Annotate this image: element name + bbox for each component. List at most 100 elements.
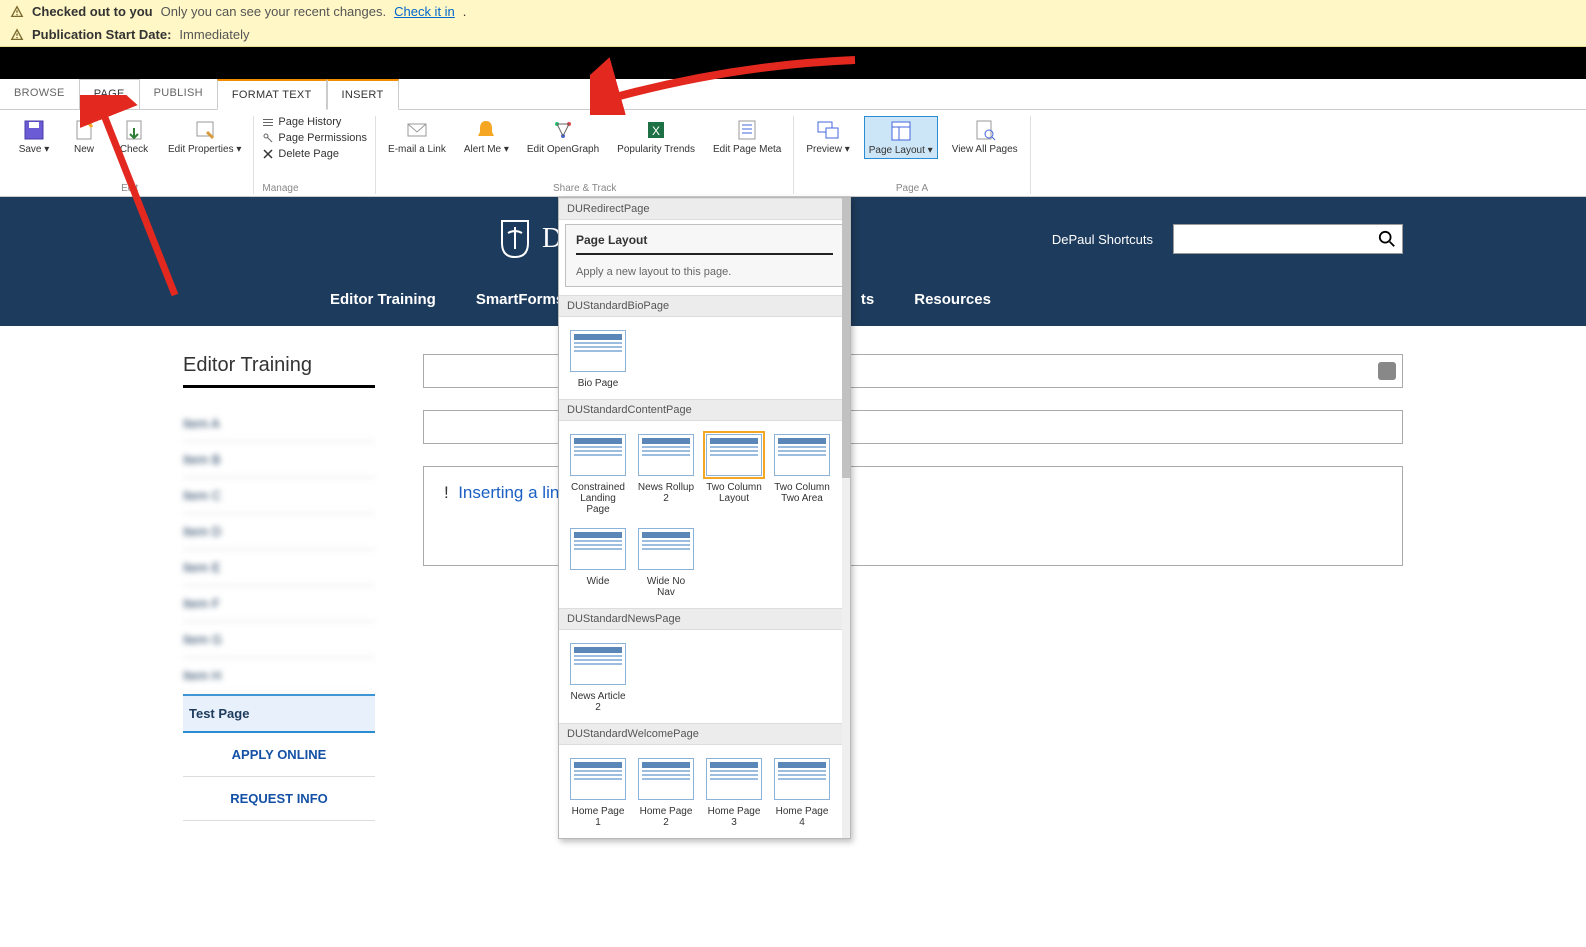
checkout-icon bbox=[122, 118, 146, 142]
search-icon[interactable] bbox=[1378, 230, 1396, 248]
email-link-button[interactable]: E-mail a Link bbox=[384, 116, 450, 157]
dd-cat-bio: DUStandardBioPage bbox=[559, 295, 850, 317]
dd-cat-redirect: DURedirectPage bbox=[559, 198, 850, 220]
layout-option[interactable]: Home Page 4 bbox=[773, 755, 831, 828]
sidebar-item[interactable]: Item D bbox=[183, 514, 375, 550]
edit-props-icon bbox=[193, 118, 217, 142]
layout-option[interactable]: News Article 2 bbox=[569, 640, 627, 713]
layout-option[interactable]: Wide No Nav bbox=[637, 525, 695, 598]
bell-icon bbox=[474, 118, 498, 142]
dd-tooltip: Page Layout Apply a new layout to this p… bbox=[565, 224, 844, 287]
search-page-icon bbox=[973, 118, 997, 142]
cta-apply[interactable]: APPLY ONLINE bbox=[183, 733, 375, 777]
left-nav-title: Editor Training bbox=[183, 354, 375, 388]
nav-ts[interactable]: ts bbox=[861, 291, 874, 308]
save-button[interactable]: Save ▾ bbox=[14, 116, 54, 157]
alert-me-button[interactable]: Alert Me ▾ bbox=[460, 116, 513, 157]
popularity-button[interactable]: XPopularity Trends bbox=[613, 116, 699, 157]
layout-option[interactable]: Two Column Two Area bbox=[773, 431, 831, 515]
group-label-edit: Edit bbox=[121, 183, 138, 194]
page-permissions-button[interactable]: Page Permissions bbox=[262, 132, 367, 144]
layout-option-label: Home Page 3 bbox=[705, 806, 763, 828]
layout-option-label: Home Page 4 bbox=[773, 806, 831, 828]
page-layout-button[interactable]: Page Layout ▾ bbox=[864, 116, 938, 159]
group-label-manage: Manage bbox=[262, 183, 298, 194]
nav-resources[interactable]: Resources bbox=[914, 291, 991, 308]
layout-option-label: Constrained Landing Page bbox=[569, 482, 627, 515]
layout-option[interactable]: Home Page 2 bbox=[637, 755, 695, 828]
cta-request[interactable]: REQUEST INFO bbox=[183, 777, 375, 821]
dd-cat-news: DUStandardNewsPage bbox=[559, 608, 850, 630]
depaul-logo-icon bbox=[498, 219, 532, 259]
layout-option[interactable]: News Rollup 2 bbox=[637, 431, 695, 515]
opengraph-button[interactable]: Edit OpenGraph bbox=[523, 116, 603, 157]
sidebar-item[interactable]: Item A bbox=[183, 406, 375, 442]
layout-option-label: Home Page 1 bbox=[569, 806, 627, 828]
search-input[interactable] bbox=[1180, 232, 1378, 247]
tab-insert[interactable]: INSERT bbox=[327, 79, 399, 110]
warning-icon bbox=[10, 28, 24, 42]
save-icon bbox=[22, 118, 46, 142]
excel-icon: X bbox=[644, 118, 668, 142]
dd-scrollbar[interactable] bbox=[842, 198, 850, 838]
tab-page[interactable]: PAGE bbox=[79, 79, 140, 109]
layout-option-label: Two Column Two Area bbox=[773, 482, 831, 504]
dd-tooltip-desc: Apply a new layout to this page. bbox=[576, 266, 731, 278]
dd-tooltip-title: Page Layout bbox=[576, 233, 833, 255]
tab-publish[interactable]: PUBLISH bbox=[140, 79, 217, 109]
checkout-grey: Only you can see your recent changes. bbox=[161, 4, 386, 19]
ribbon-body: Save ▾ New Check Edit Properties ▾ Edit … bbox=[0, 110, 1586, 197]
tab-browse[interactable]: BROWSE bbox=[0, 79, 79, 109]
new-button[interactable]: New bbox=[64, 116, 104, 157]
nav-editor-training[interactable]: Editor Training bbox=[330, 291, 436, 308]
sidebar-item[interactable]: Item C bbox=[183, 478, 375, 514]
group-label-page-actions: Page A bbox=[896, 183, 928, 194]
layout-icon bbox=[889, 119, 913, 143]
preview-icon bbox=[816, 118, 840, 142]
layout-option[interactable]: Wide bbox=[569, 525, 627, 598]
sidebar-item[interactable]: Item H bbox=[183, 658, 375, 694]
dd-cat-welcome: DUStandardWelcomePage bbox=[559, 723, 850, 745]
ribbon-tabs: BROWSE PAGE PUBLISH FORMAT TEXT INSERT bbox=[0, 79, 1586, 110]
layout-option-label: News Rollup 2 bbox=[637, 482, 695, 504]
check-button[interactable]: Check bbox=[114, 116, 154, 157]
view-all-pages-button[interactable]: View All Pages bbox=[948, 116, 1022, 159]
page-history-button[interactable]: Page History bbox=[262, 116, 367, 128]
group-label-share: Share & Track bbox=[553, 183, 616, 194]
sidebar-item[interactable]: Item E bbox=[183, 550, 375, 586]
layout-option[interactable]: Home Page 1 bbox=[569, 755, 627, 828]
layout-option[interactable]: Bio Page bbox=[569, 327, 627, 389]
content-trail: ! bbox=[444, 483, 449, 502]
svg-text:X: X bbox=[652, 124, 660, 138]
pubdate-grey: Immediately bbox=[179, 27, 249, 42]
field-ellipsis-icon[interactable] bbox=[1378, 362, 1396, 380]
check-in-link[interactable]: Check it in bbox=[394, 4, 455, 19]
layout-option-label: Home Page 2 bbox=[637, 806, 695, 828]
delete-page-button[interactable]: Delete Page bbox=[262, 148, 367, 160]
sidebar-item[interactable]: Item B bbox=[183, 442, 375, 478]
layout-option-label: Wide bbox=[587, 576, 610, 587]
search-box[interactable] bbox=[1173, 224, 1403, 254]
new-icon bbox=[72, 118, 96, 142]
layout-option-label: Two Column Layout bbox=[705, 482, 763, 504]
page-layout-dropdown: DURedirectPage Page Layout Apply a new l… bbox=[558, 197, 851, 839]
layout-option[interactable]: Constrained Landing Page bbox=[569, 431, 627, 515]
mail-icon bbox=[405, 118, 429, 142]
layout-option[interactable]: Two Column Layout bbox=[705, 431, 763, 515]
layout-option-label: Bio Page bbox=[578, 378, 619, 389]
tab-format-text[interactable]: FORMAT TEXT bbox=[217, 79, 327, 110]
dd-cat-content: DUStandardContentPage bbox=[559, 399, 850, 421]
sidebar-item-active[interactable]: Test Page bbox=[183, 694, 375, 733]
shortcuts-link[interactable]: DePaul Shortcuts bbox=[1052, 232, 1153, 247]
preview-button[interactable]: Preview ▾ bbox=[802, 116, 853, 159]
warning-icon bbox=[10, 5, 24, 19]
checkout-bold: Checked out to you bbox=[32, 4, 153, 19]
sidebar-item[interactable]: Item G bbox=[183, 622, 375, 658]
layout-option[interactable]: Home Page 3 bbox=[705, 755, 763, 828]
black-strip bbox=[0, 47, 1586, 79]
og-icon bbox=[551, 118, 575, 142]
page-meta-button[interactable]: Edit Page Meta bbox=[709, 116, 785, 157]
sidebar-item[interactable]: Item F bbox=[183, 586, 375, 622]
top-nav: Editor Training SmartForms Tra ts Resour… bbox=[310, 259, 1570, 326]
edit-props-button[interactable]: Edit Properties ▾ bbox=[164, 116, 245, 157]
